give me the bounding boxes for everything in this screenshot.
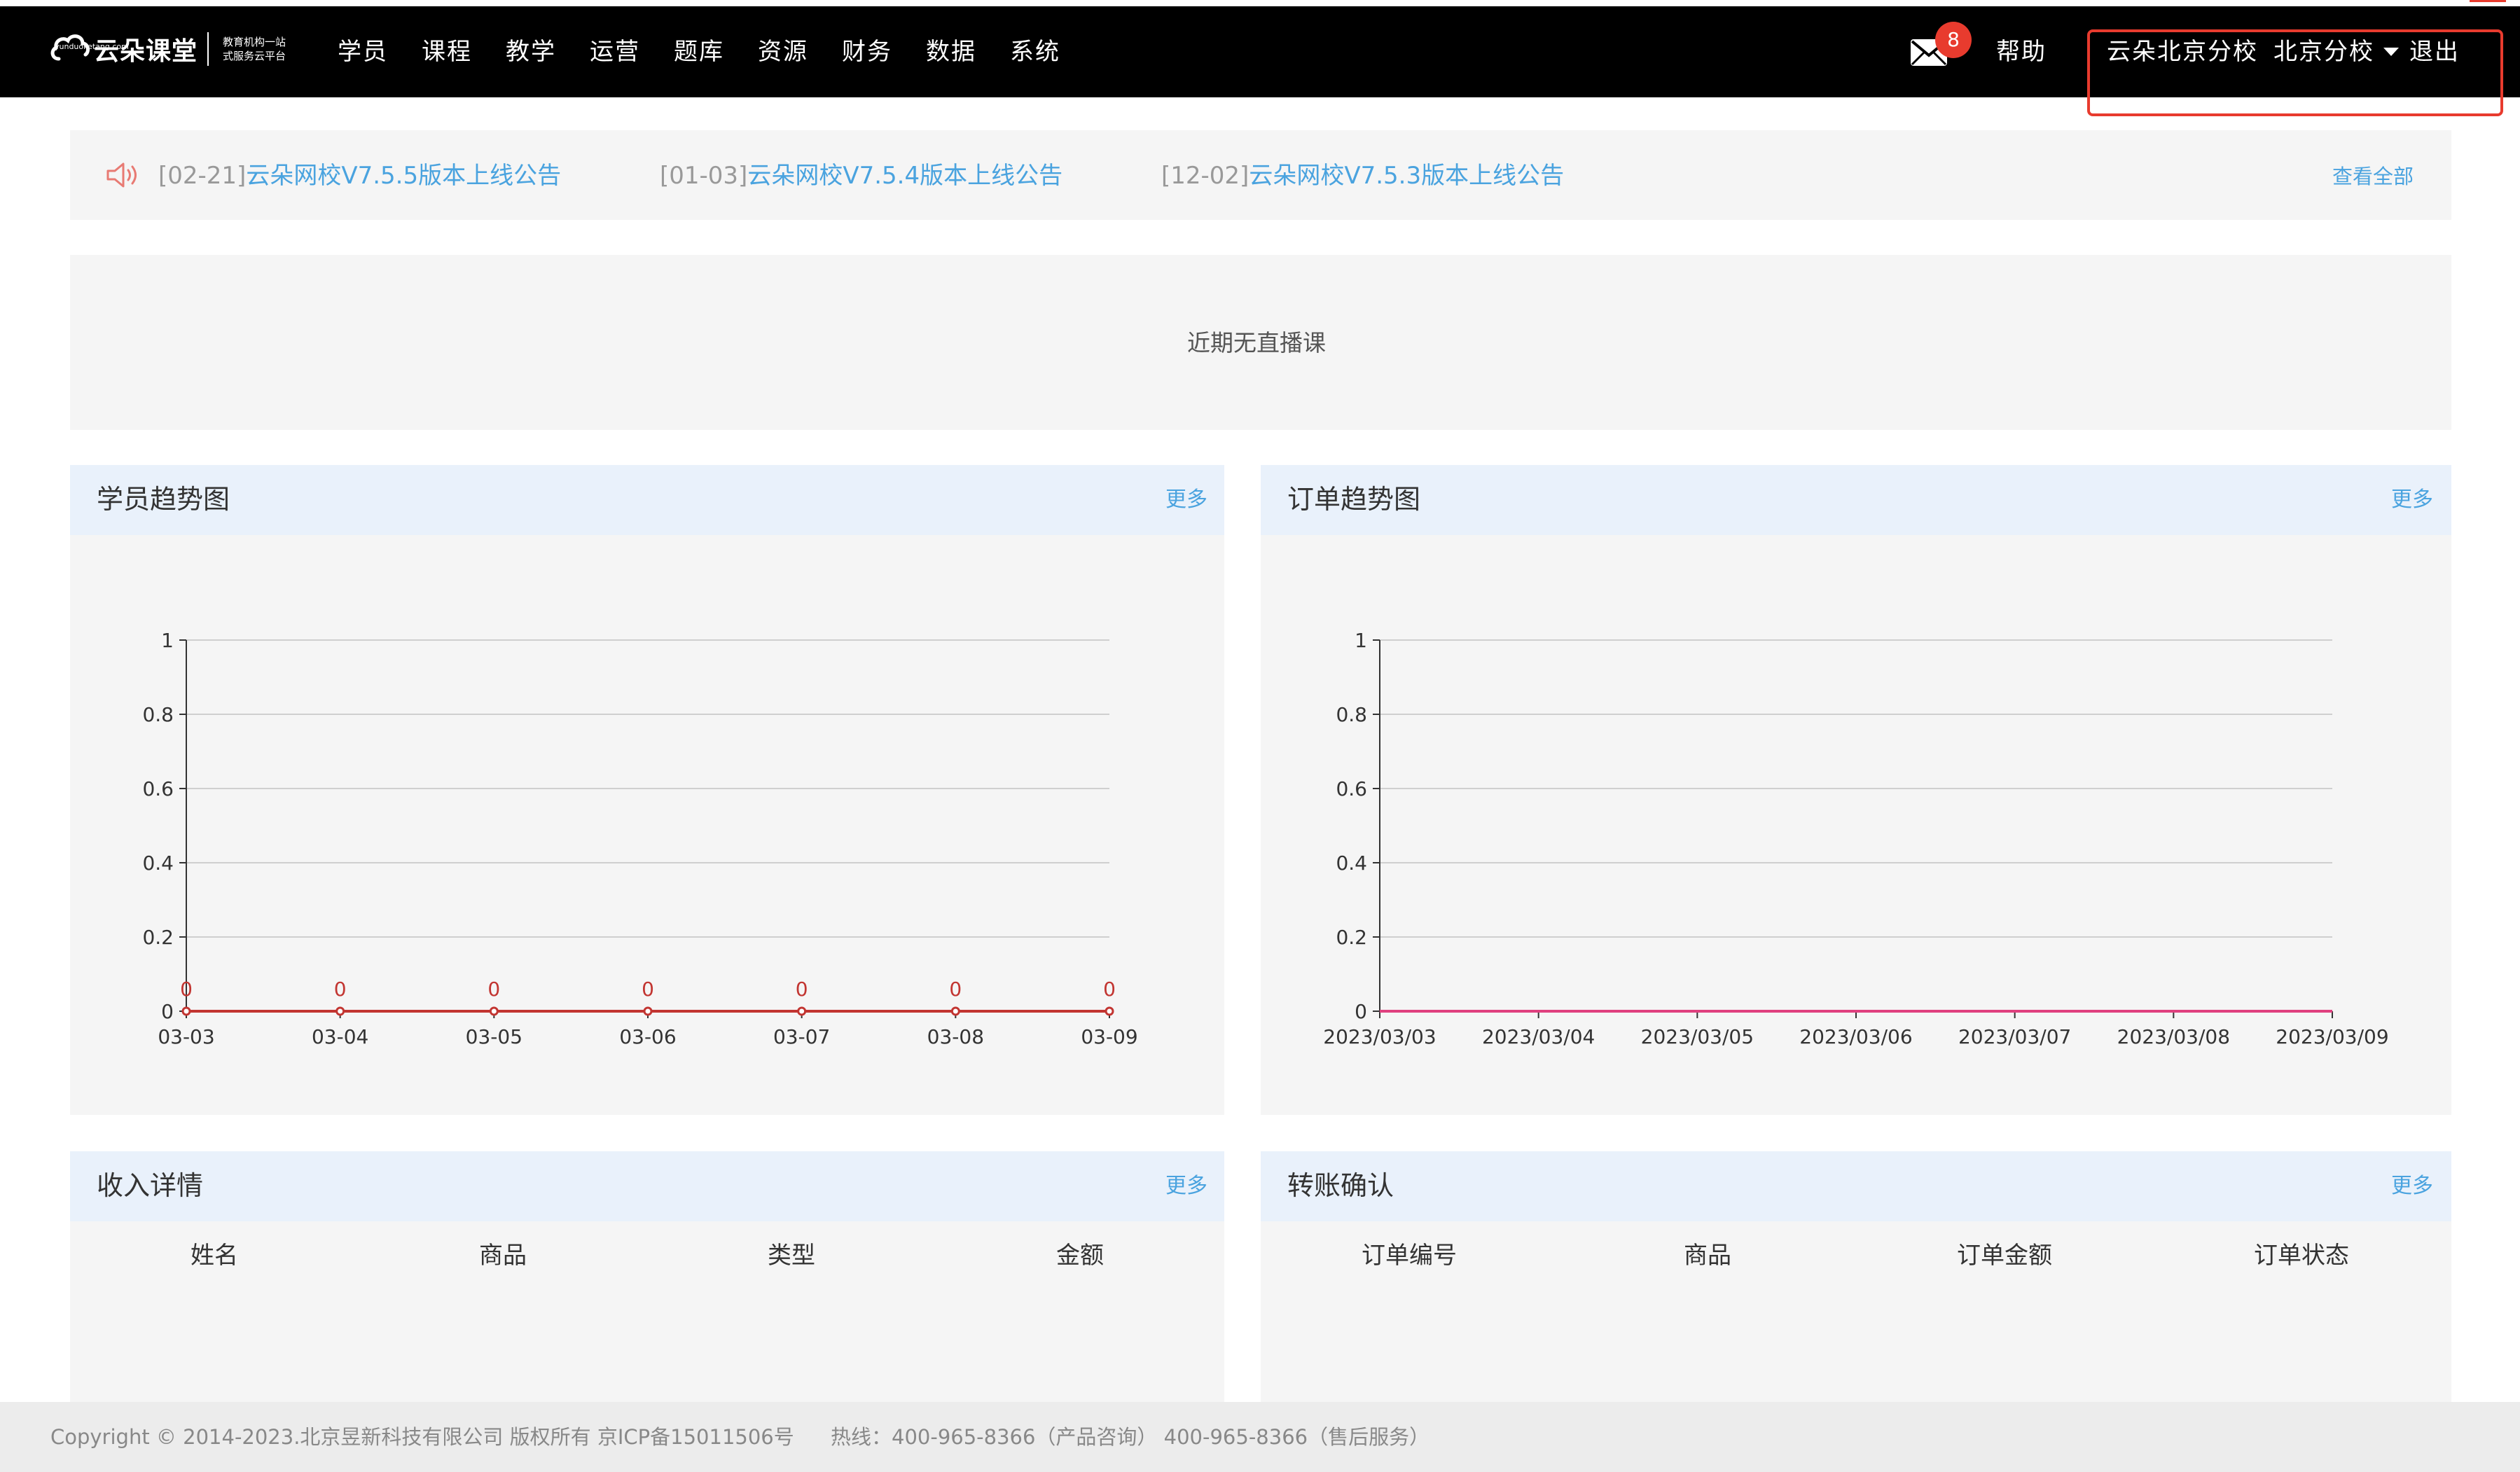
student-trend-title: 学员趋势图 [97,484,230,515]
x-tick-label: 2023/03/09 [2276,1025,2388,1048]
y-tick-label: 0.4 [142,852,174,875]
announcement-title[interactable]: 云朵网校V7.5.5版本上线公告 [246,162,561,190]
data-point [1105,1006,1114,1016]
student-trend-chart: 0 0.2 0.4 0.6 0.8 1 03-03 03-04 03-05 03-06 03-07 0… [142,629,1137,1048]
data-label: 0 [949,978,962,1001]
order-trend-more-link[interactable]: 更多 [2391,486,2433,514]
data-label: 0 [642,978,654,1001]
help-link[interactable]: 帮助 [1996,34,2047,70]
mail-unread-badge: 8 [1935,22,1972,58]
chevron-down-icon[interactable] [2383,48,2399,56]
y-tick-label: 0.6 [142,777,174,800]
logout-link[interactable]: 退出 [2409,34,2460,70]
data-label: 0 [334,978,347,1001]
nav-item-question-bank[interactable]: 题库 [674,34,758,70]
announcement-date: [01-03] [660,162,748,190]
transfer-more-link[interactable]: 更多 [2391,1172,2433,1200]
y-tick-label: 0.2 [1336,926,1367,949]
y-tick-label: 1 [161,629,174,652]
column-header-amount: 金额 [1056,1242,1104,1270]
nav-item-teaching[interactable]: 教学 [506,34,590,70]
income-header [70,1151,1224,1221]
data-point [335,1006,345,1016]
logo-slogan: 教育机构一站 式服务云平台 [223,35,286,63]
x-tick-label: 2023/03/03 [1323,1025,1436,1048]
y-tick-label: 0.6 [1336,777,1367,800]
data-point [489,1006,499,1016]
y-tick-label: 0 [161,1000,174,1023]
column-header-product: 商品 [1684,1242,1731,1270]
see-all-announcements-link[interactable]: 查看全部 [2332,162,2414,190]
nav-item-students[interactable]: 学员 [338,34,422,70]
transfer-title: 转账确认 [1287,1170,1394,1201]
data-label: 0 [487,978,500,1001]
announcement-title[interactable]: 云朵网校V7.5.4版本上线公告 [747,162,1062,190]
y-tick-label: 0.2 [142,926,174,949]
income-title: 收入详情 [97,1170,204,1201]
data-point [797,1006,807,1016]
footer-copyright: Copyright © 2014-2023.北京昱新科技有限公司 版权所有 京I… [50,1425,794,1449]
column-header-name: 姓名 [191,1242,238,1270]
announcement-item[interactable]: [12-02]云朵网校V7.5.3版本上线公告 [1161,160,1564,192]
branch-selector[interactable]: 北京分校 [2273,34,2374,70]
y-tick-label: 1 [1355,629,1367,652]
column-header-type: 类型 [768,1242,815,1270]
x-tick-label: 03-05 [466,1025,522,1048]
data-point [181,1006,191,1016]
y-tick-label: 0.4 [1336,852,1367,875]
x-tick-label: 2023/03/08 [2117,1025,2230,1048]
x-tick-label: 03-07 [773,1025,830,1048]
x-tick-label: 2023/03/05 [1641,1025,1754,1048]
top-strip [0,0,2520,6]
column-header-product: 商品 [479,1242,527,1270]
transfer-header [1261,1151,2451,1221]
data-point [643,1006,653,1016]
data-point [950,1006,960,1016]
x-tick-label: 2023/03/07 [1958,1025,2071,1048]
announcement-title[interactable]: 云朵网校V7.5.3版本上线公告 [1249,162,1564,190]
logo-divider [207,32,209,66]
column-header-order-amount: 订单金额 [1957,1242,2052,1270]
nav-item-system[interactable]: 系统 [1010,34,1094,70]
data-label: 0 [1103,978,1116,1001]
logo-slogan-line2: 式服务云平台 [223,50,286,62]
y-tick-label: 0 [1355,1000,1367,1023]
column-header-order-status: 订单状态 [2254,1242,2349,1270]
order-trend-title: 订单趋势图 [1287,484,1421,515]
no-live-course-text: 近期无直播课 [1187,329,1326,356]
data-label: 0 [796,978,808,1001]
y-tick-label: 0.8 [1336,703,1367,726]
data-label: 0 [180,978,193,1001]
school-name: 云朵北京分校 [2107,38,2258,66]
x-tick-label: 03-09 [1081,1025,1137,1048]
x-tick-label: 03-08 [927,1025,984,1048]
student-trend-header [70,465,1224,535]
logo-slogan-line1: 教育机构一站 [223,36,286,48]
x-tick-label: 2023/03/06 [1799,1025,1912,1048]
nav-item-data[interactable]: 数据 [926,34,1010,70]
x-tick-label: 03-06 [619,1025,676,1048]
logo-domain: yunduoketang.com [55,42,129,51]
speaker-icon [106,162,137,188]
main-nav: 学员 课程 教学 运营 题库 资源 财务 数据 系统 [338,34,1094,70]
nav-item-finance[interactable]: 财务 [842,34,926,70]
y-tick-label: 0.8 [142,703,174,726]
student-trend-more-link[interactable]: 更多 [1165,486,1207,514]
column-header-order-number: 订单编号 [1362,1242,1457,1270]
x-tick-label: 2023/03/04 [1482,1025,1595,1048]
order-trend-chart: 0 0.2 0.4 0.6 0.8 1 2023/03/03 2023/03/04 2023/0… [1323,629,2388,1048]
x-tick-label: 03-03 [158,1025,214,1048]
nav-item-operations[interactable]: 运营 [590,34,674,70]
order-trend-header [1261,465,2451,535]
nav-item-courses[interactable]: 课程 [422,34,506,70]
announcement-item[interactable]: [01-03]云朵网校V7.5.4版本上线公告 [660,160,1062,192]
announcement-item[interactable]: [02-21]云朵网校V7.5.5版本上线公告 [158,160,561,192]
x-tick-label: 03-04 [312,1025,368,1048]
announcement-date: [02-21] [158,162,247,190]
income-more-link[interactable]: 更多 [1165,1172,1207,1200]
window-edge-indicator [2470,0,2506,2]
nav-item-resources[interactable]: 资源 [758,34,842,70]
announcement-date: [12-02] [1161,162,1249,190]
footer-hotline: 热线：400-965-8366（产品咨询） 400-965-8366（售后服务） [831,1425,1430,1449]
